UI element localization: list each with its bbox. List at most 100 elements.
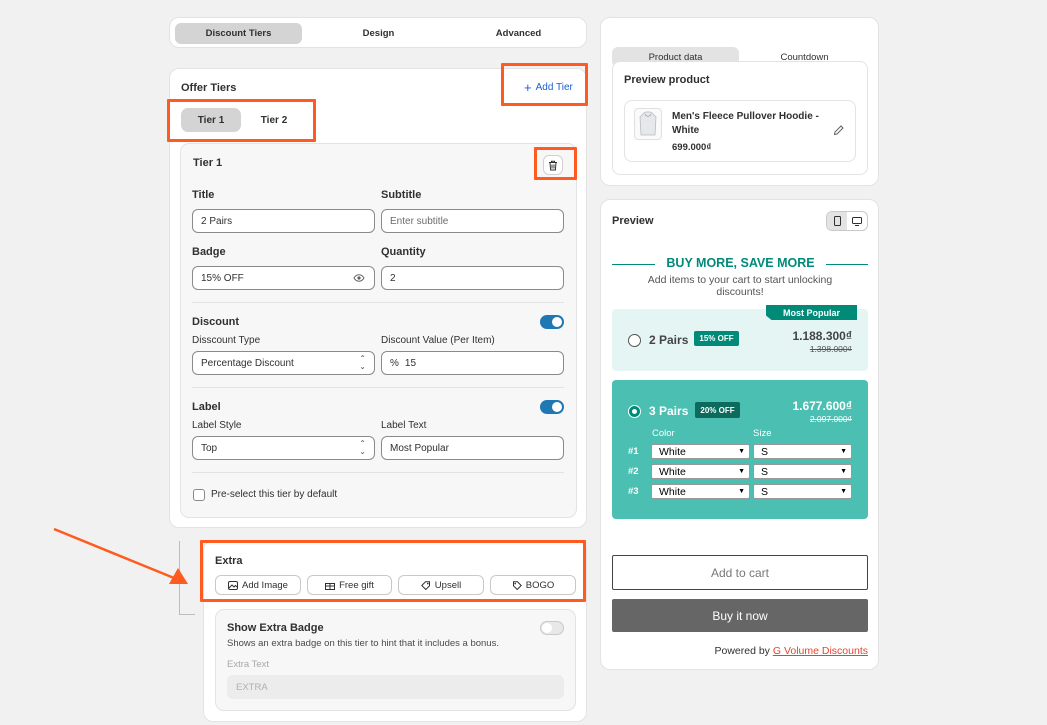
discount-type-label: Disscount Type bbox=[192, 335, 261, 346]
label-toggle[interactable] bbox=[540, 400, 564, 414]
variant-color-value: White bbox=[659, 485, 686, 498]
offer-tiers-title: Offer Tiers bbox=[181, 82, 237, 94]
badge-value: 15% OFF bbox=[201, 272, 244, 284]
product-thumbnail bbox=[634, 108, 662, 140]
quantity-label: Quantity bbox=[381, 246, 426, 258]
badge-input[interactable]: 15% OFF bbox=[192, 266, 375, 290]
subtitle-label: Subtitle bbox=[381, 189, 422, 201]
eye-icon[interactable] bbox=[353, 274, 365, 282]
desktop-view-button[interactable] bbox=[847, 212, 867, 230]
tier-2-label: 3 Pairs bbox=[649, 404, 689, 418]
preview-product-title: Preview product bbox=[624, 74, 710, 86]
subtitle-input[interactable]: Enter subtitle bbox=[381, 209, 564, 233]
extra-badge-description: Shows an extra badge on this tier to hin… bbox=[227, 638, 499, 649]
extra-text-input[interactable]: EXTRA bbox=[227, 675, 564, 699]
discount-toggle[interactable] bbox=[540, 315, 564, 329]
extra-badge-toggle[interactable] bbox=[540, 621, 564, 635]
extra-badge-title: Show Extra Badge bbox=[227, 622, 324, 634]
tier-1-badge: 15% OFF bbox=[694, 331, 739, 346]
dropdown-arrow-icon: ▼ bbox=[840, 448, 847, 455]
annotation-arrow bbox=[53, 527, 188, 584]
label-text-label: Label Text bbox=[381, 420, 427, 431]
preselect-checkbox[interactable] bbox=[193, 489, 205, 501]
select-chevron-icon: ⌃ ⌄ bbox=[359, 439, 366, 456]
divider bbox=[192, 302, 564, 303]
dropdown-arrow-icon: ▼ bbox=[840, 488, 847, 495]
dropdown-arrow-icon: ▼ bbox=[738, 468, 745, 475]
tab-advanced[interactable]: Advanced bbox=[455, 23, 582, 44]
discount-type-select[interactable]: Percentage Discount ⌃ ⌄ bbox=[192, 351, 375, 375]
powered-by: Powered by G Volume Discounts bbox=[612, 645, 868, 657]
variant-2-color-select[interactable]: White ▼ bbox=[651, 464, 750, 479]
powered-by-label: Powered by bbox=[714, 645, 770, 657]
tab-design[interactable]: Design bbox=[315, 23, 442, 44]
highlight-box bbox=[534, 147, 577, 180]
select-chevron-icon: ⌃ ⌄ bbox=[359, 354, 366, 371]
variant-number: #1 bbox=[628, 446, 639, 457]
title-label: Title bbox=[192, 189, 215, 201]
variant-color-value: White bbox=[659, 465, 686, 478]
product-price: 699.000₫ bbox=[672, 142, 712, 153]
variant-3-color-select[interactable]: White ▼ bbox=[651, 484, 750, 499]
label-style-select[interactable]: Top ⌃ ⌄ bbox=[192, 436, 375, 460]
quantity-input[interactable]: 2 bbox=[381, 266, 564, 290]
tier-2-price: 1.677.600₫ bbox=[792, 399, 852, 413]
preselect-label: Pre-select this tier by default bbox=[211, 489, 338, 500]
variant-1-size-select[interactable]: S ▼ bbox=[753, 444, 852, 459]
discount-value: 15 bbox=[404, 357, 417, 369]
heading-line-left bbox=[612, 264, 655, 265]
add-to-cart-button[interactable]: Add to cart bbox=[612, 555, 868, 590]
tier-1-label: 2 Pairs bbox=[649, 333, 689, 347]
title-input[interactable]: 2 Pairs bbox=[192, 209, 375, 233]
tab-discount-tiers[interactable]: Discount Tiers bbox=[175, 23, 302, 44]
dropdown-arrow-icon: ▼ bbox=[840, 468, 847, 475]
tier-1-radio[interactable] bbox=[628, 334, 641, 347]
divider bbox=[192, 472, 564, 473]
divider bbox=[192, 387, 564, 388]
variant-3-size-select[interactable]: S ▼ bbox=[753, 484, 852, 499]
edit-icon[interactable] bbox=[833, 125, 844, 136]
dropdown-arrow-icon: ▼ bbox=[738, 448, 745, 455]
discount-value-input[interactable]: % 15 bbox=[381, 351, 564, 375]
tier-panel-title: Tier 1 bbox=[193, 157, 223, 169]
label-heading: Label bbox=[192, 401, 221, 413]
variant-number: #3 bbox=[628, 486, 639, 497]
discount-heading: Discount bbox=[192, 316, 240, 328]
highlight-box bbox=[501, 63, 588, 106]
extra-text-label: Extra Text bbox=[227, 659, 270, 670]
label-style-value: Top bbox=[201, 442, 218, 454]
size-column-header: Size bbox=[753, 428, 772, 439]
variant-color-value: White bbox=[659, 445, 686, 458]
product-name: Men's Fleece Pullover Hoodie - White bbox=[672, 111, 819, 136]
top-tab-bar: Discount Tiers Design Advanced bbox=[169, 17, 587, 48]
variant-size-value: S bbox=[761, 485, 769, 498]
device-switcher bbox=[826, 211, 868, 231]
preview-title: Preview bbox=[612, 215, 654, 227]
badge-label: Badge bbox=[192, 246, 226, 258]
tier-2-radio[interactable] bbox=[628, 405, 641, 418]
most-popular-ribbon: Most Popular bbox=[766, 305, 857, 320]
brand-link[interactable]: G Volume Discounts bbox=[773, 645, 868, 657]
preview-subheading: Add items to your cart to start unlockin… bbox=[647, 274, 833, 298]
variant-2-size-select[interactable]: S ▼ bbox=[753, 464, 852, 479]
tier-panel: Tier 1 bbox=[180, 143, 577, 518]
mobile-icon bbox=[833, 216, 841, 226]
tier-2-old-price: 2.097.000₫ bbox=[809, 414, 852, 424]
tier-2-badge: 20% OFF bbox=[695, 402, 740, 418]
heading-line-right bbox=[826, 264, 868, 265]
variant-size-value: S bbox=[761, 465, 769, 478]
tier-1-old-price: 1.398.000₫ bbox=[809, 344, 852, 354]
discount-type-value: Percentage Discount bbox=[201, 357, 294, 369]
mobile-view-button[interactable] bbox=[827, 212, 848, 230]
connector-line bbox=[179, 614, 195, 615]
buy-now-button[interactable]: Buy it now bbox=[612, 599, 868, 632]
preview-heading: BUY MORE, SAVE MORE bbox=[666, 256, 815, 270]
variant-1-color-select[interactable]: White ▼ bbox=[651, 444, 750, 459]
hoodie-image bbox=[639, 111, 657, 136]
label-text-input[interactable]: Most Popular bbox=[381, 436, 564, 460]
desktop-icon bbox=[852, 216, 863, 226]
label-style-label: Label Style bbox=[192, 420, 242, 431]
highlight-box bbox=[200, 540, 586, 602]
highlight-box bbox=[167, 99, 316, 142]
dropdown-arrow-icon: ▼ bbox=[738, 488, 745, 495]
